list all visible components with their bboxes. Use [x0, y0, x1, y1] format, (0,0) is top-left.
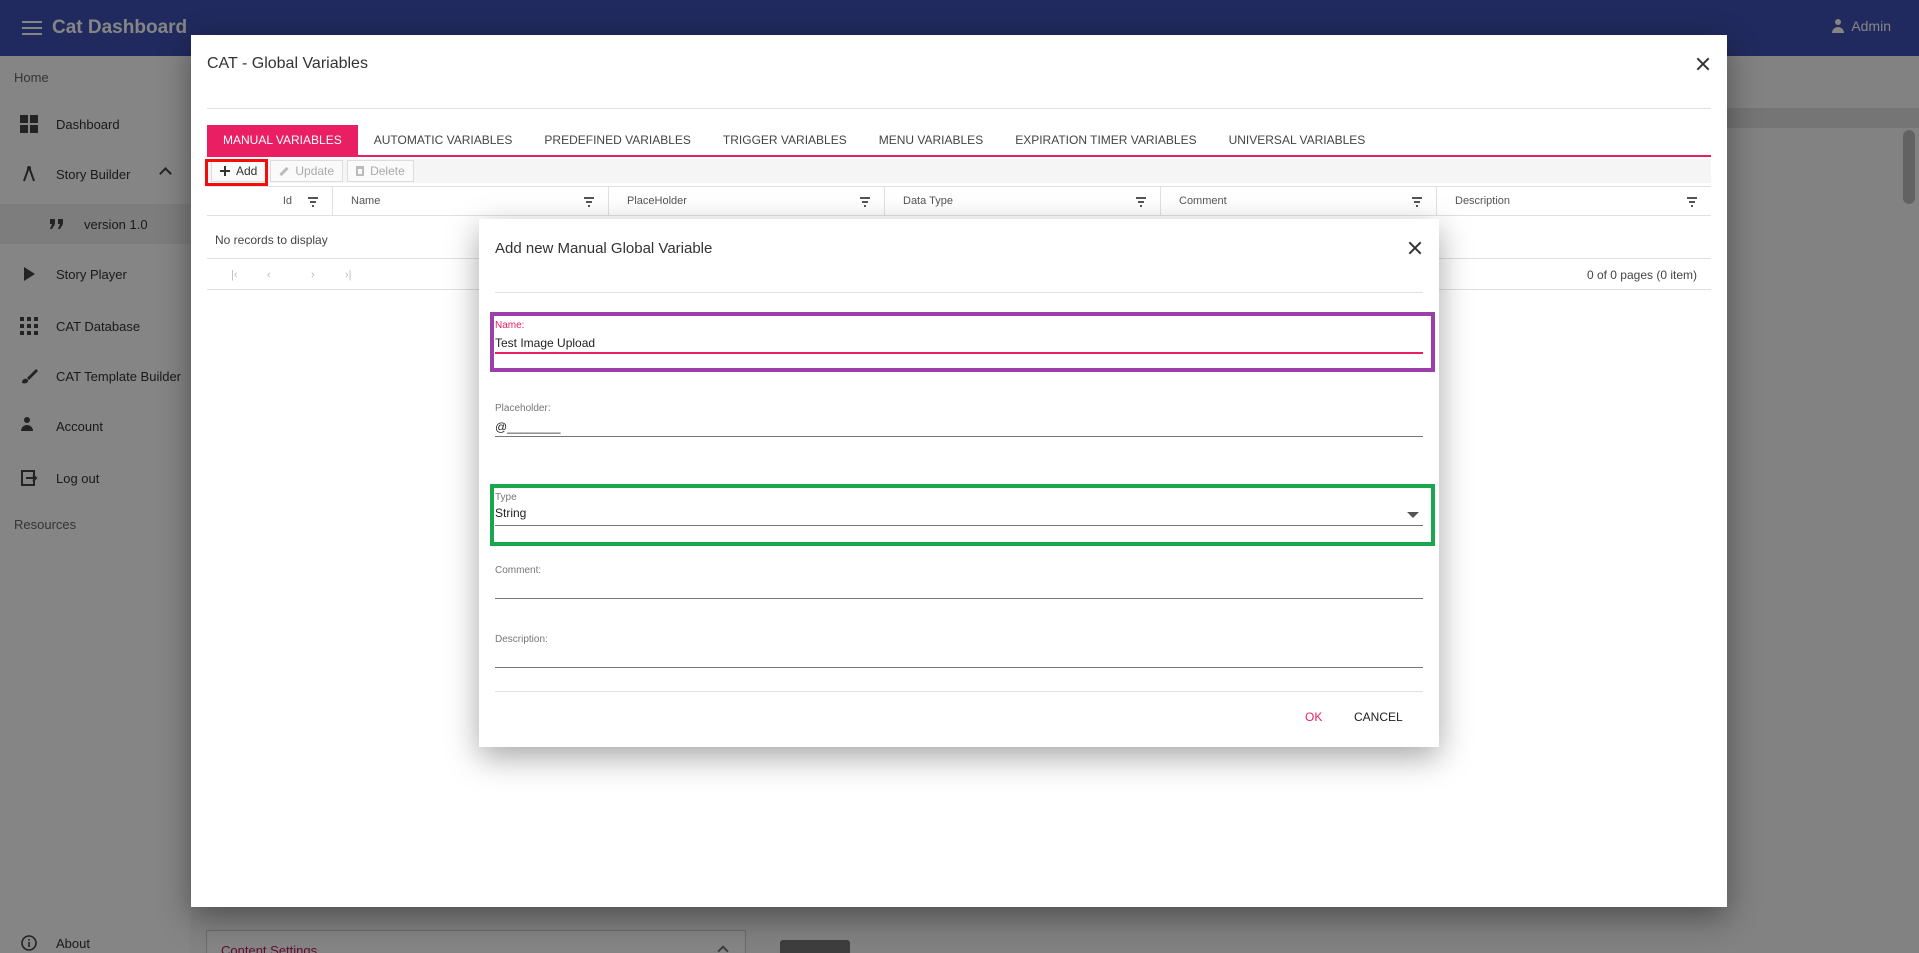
- close-icon[interactable]: [1408, 241, 1422, 255]
- prev-page-button[interactable]: ‹: [267, 269, 271, 281]
- type-field: Type String: [495, 492, 1423, 526]
- name-field: Name:: [495, 320, 1423, 354]
- column-label: Comment: [1179, 195, 1227, 207]
- dialog-title: Add new Manual Global Variable: [495, 240, 713, 257]
- filter-icon[interactable]: [308, 197, 318, 205]
- tab-manual-variables[interactable]: MANUAL VARIABLES: [207, 125, 358, 155]
- cancel-button[interactable]: CANCEL: [1354, 710, 1403, 724]
- dialog-title: CAT - Global Variables: [207, 55, 368, 72]
- type-selected-value: String: [495, 506, 527, 520]
- update-button-label: Update: [295, 164, 335, 178]
- add-variable-dialog: Add new Manual Global Variable Name: Pla…: [479, 219, 1439, 747]
- ok-button[interactable]: OK: [1305, 710, 1322, 724]
- tab-universal-variables[interactable]: UNIVERSAL VARIABLES: [1213, 125, 1382, 155]
- name-input[interactable]: [495, 334, 1423, 354]
- name-label: Name:: [495, 320, 525, 331]
- first-page-button[interactable]: |‹: [231, 269, 238, 281]
- divider: [495, 292, 1423, 293]
- column-label: Description: [1455, 195, 1511, 207]
- grid-toolbar: Add Update Delete: [207, 159, 1711, 183]
- variable-tabs: MANUAL VARIABLES AUTOMATIC VARIABLES PRE…: [207, 125, 1711, 157]
- delete-button-label: Delete: [370, 164, 405, 178]
- trash-icon: [356, 166, 365, 176]
- grid-header: Id Name PlaceHolder Data Type Comment De…: [207, 186, 1711, 216]
- last-page-button[interactable]: ›|: [345, 269, 352, 281]
- dropdown-arrow-icon[interactable]: [1407, 512, 1419, 518]
- column-header-placeholder[interactable]: PlaceHolder: [609, 187, 885, 215]
- plus-icon: [220, 166, 230, 176]
- tab-expiration-timer-variables[interactable]: EXPIRATION TIMER VARIABLES: [999, 125, 1212, 155]
- tab-menu-variables[interactable]: MENU VARIABLES: [863, 125, 999, 155]
- column-header-name[interactable]: Name: [333, 187, 609, 215]
- placeholder-input[interactable]: [495, 417, 1423, 437]
- close-icon[interactable]: [1696, 57, 1710, 71]
- placeholder-label: Placeholder:: [495, 403, 551, 414]
- comment-label: Comment:: [495, 565, 542, 576]
- column-header-id[interactable]: Id: [207, 187, 333, 215]
- description-input[interactable]: [495, 648, 1423, 668]
- divider: [207, 108, 1711, 109]
- delete-button[interactable]: Delete: [347, 160, 414, 182]
- filter-icon[interactable]: [584, 197, 594, 205]
- column-header-data-type[interactable]: Data Type: [885, 187, 1161, 215]
- empty-grid-text: No records to display: [215, 233, 328, 247]
- filter-icon[interactable]: [860, 197, 870, 205]
- tab-automatic-variables[interactable]: AUTOMATIC VARIABLES: [358, 125, 529, 155]
- comment-field: Comment:: [495, 565, 1423, 599]
- filter-icon[interactable]: [1136, 197, 1146, 205]
- tab-predefined-variables[interactable]: PREDEFINED VARIABLES: [528, 125, 706, 155]
- column-header-description[interactable]: Description: [1437, 187, 1711, 215]
- type-label: Type: [495, 492, 517, 503]
- pencil-icon: [279, 166, 289, 176]
- description-label: Description:: [495, 634, 548, 645]
- comment-input[interactable]: [495, 579, 1423, 599]
- add-button[interactable]: Add: [211, 160, 267, 182]
- description-field: Description:: [495, 634, 1423, 668]
- add-button-label: Add: [236, 164, 258, 178]
- placeholder-field: Placeholder:: [495, 403, 1423, 437]
- pager-info: 0 of 0 pages (0 item): [1586, 268, 1697, 282]
- type-select[interactable]: String: [495, 506, 1423, 526]
- divider: [495, 691, 1423, 692]
- column-label: Name: [351, 195, 381, 207]
- tab-trigger-variables[interactable]: TRIGGER VARIABLES: [707, 125, 863, 155]
- column-header-comment[interactable]: Comment: [1161, 187, 1437, 215]
- column-label: PlaceHolder: [627, 195, 687, 207]
- update-button[interactable]: Update: [270, 160, 344, 182]
- column-label: Id: [282, 195, 292, 207]
- column-label: Data Type: [903, 195, 953, 207]
- filter-icon[interactable]: [1412, 197, 1422, 205]
- next-page-button[interactable]: ›: [311, 269, 315, 281]
- filter-icon[interactable]: [1687, 197, 1697, 205]
